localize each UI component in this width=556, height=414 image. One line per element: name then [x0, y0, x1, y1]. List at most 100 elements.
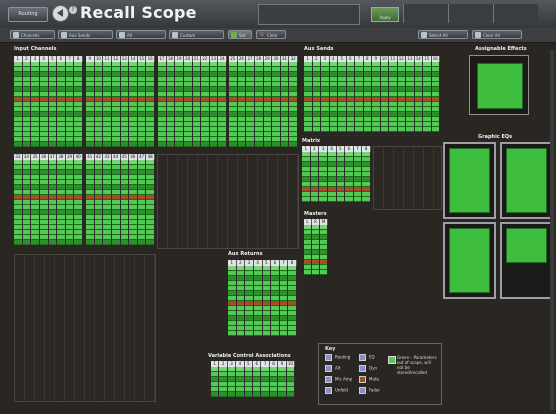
scope-cell[interactable] [321, 127, 329, 132]
channel-strip[interactable] [14, 160, 23, 245]
scope-cell[interactable] [280, 142, 289, 147]
channel-strip[interactable] [228, 266, 237, 336]
channel-strip[interactable] [345, 152, 354, 202]
channel-strip[interactable] [312, 62, 321, 132]
scope-cell[interactable] [289, 142, 297, 147]
channel-strip[interactable] [103, 62, 112, 147]
channel-strip[interactable] [320, 225, 328, 275]
channel-strip[interactable] [272, 62, 281, 147]
scope-cell[interactable] [406, 127, 414, 132]
channel-strip[interactable] [103, 160, 112, 245]
channel-strip[interactable] [245, 266, 254, 336]
back-icon[interactable] [52, 5, 69, 22]
channel-strip[interactable] [304, 62, 313, 132]
scope-cell[interactable] [362, 197, 370, 202]
channel-strip[interactable] [166, 62, 176, 147]
toolbar-button-all[interactable]: All [116, 30, 166, 39]
scope-cell[interactable] [397, 127, 405, 132]
scope-cell[interactable] [254, 142, 263, 147]
scope-cell[interactable] [286, 392, 295, 397]
scope-cell[interactable] [86, 142, 94, 147]
scope-cell[interactable] [372, 127, 380, 132]
channel-strip[interactable] [254, 62, 264, 147]
channel-strip[interactable] [278, 367, 287, 397]
scope-cell[interactable] [57, 240, 65, 245]
graphic-eq-3[interactable] [443, 222, 496, 299]
scope-cell[interactable] [346, 127, 354, 132]
scope-cell[interactable] [244, 392, 253, 397]
channel-strip[interactable] [120, 160, 130, 245]
channel-strip[interactable] [269, 367, 279, 397]
channel-strip[interactable] [74, 62, 83, 147]
scope-cell[interactable] [65, 240, 74, 245]
channel-strip[interactable] [94, 62, 104, 147]
scope-cell[interactable] [431, 127, 439, 132]
scope-cell[interactable] [103, 142, 111, 147]
channel-strip[interactable] [57, 160, 66, 245]
scope-cell[interactable] [353, 197, 362, 202]
channel-strip[interactable] [236, 367, 245, 397]
channel-strip[interactable] [262, 266, 272, 336]
channel-strip[interactable] [146, 160, 155, 245]
scope-cell[interactable] [31, 142, 39, 147]
channel-strip[interactable] [158, 62, 167, 147]
scope-cell[interactable] [329, 127, 337, 132]
scope-cell[interactable] [319, 197, 327, 202]
channel-strip[interactable] [86, 160, 95, 245]
scope-cell[interactable] [166, 142, 175, 147]
scope-cell[interactable] [338, 127, 346, 132]
channel-strip[interactable] [310, 152, 320, 202]
scope-cell[interactable] [327, 197, 336, 202]
scope-cell[interactable] [120, 142, 129, 147]
scope-cell[interactable] [183, 142, 192, 147]
channel-strip[interactable] [111, 160, 121, 245]
scope-cell[interactable] [236, 392, 244, 397]
channel-strip[interactable] [219, 367, 228, 397]
scope-cell[interactable] [304, 127, 312, 132]
scope-cell[interactable] [423, 127, 431, 132]
channel-strip[interactable] [321, 62, 330, 132]
channel-strip[interactable] [312, 225, 320, 275]
channel-strip[interactable] [329, 62, 338, 132]
scope-cell[interactable] [39, 142, 48, 147]
scope-cell[interactable] [137, 240, 146, 245]
scope-cell[interactable] [271, 331, 279, 336]
channel-strip[interactable] [175, 62, 184, 147]
channel-strip[interactable] [346, 62, 355, 132]
scope-cell[interactable] [389, 127, 397, 132]
channel-strip[interactable] [372, 62, 381, 132]
channel-strip[interactable] [280, 62, 290, 147]
scope-cell[interactable] [312, 127, 320, 132]
scope-cell[interactable] [288, 331, 296, 336]
channel-strip[interactable] [406, 62, 415, 132]
channel-strip[interactable] [431, 62, 440, 132]
toolbar-button-select-all[interactable]: Select All [418, 30, 468, 39]
scope-cell[interactable] [219, 392, 227, 397]
scope-cell[interactable] [227, 392, 236, 397]
channel-strip[interactable] [353, 152, 363, 202]
channel-strip[interactable] [363, 62, 372, 132]
scope-cell[interactable] [272, 142, 280, 147]
scope-cell[interactable] [320, 270, 327, 275]
scope-cell[interactable] [263, 142, 272, 147]
scope-cell[interactable] [146, 142, 154, 147]
channel-strip[interactable] [362, 152, 371, 202]
channel-strip[interactable] [302, 152, 311, 202]
scope-cell[interactable] [14, 142, 22, 147]
scope-cell[interactable] [137, 142, 146, 147]
channel-strip[interactable] [389, 62, 398, 132]
toolbar-button-aux-sends[interactable]: Aux Sends [58, 30, 113, 39]
scope-cell[interactable] [175, 142, 183, 147]
channel-strip[interactable] [48, 62, 58, 147]
toolbar-button-set[interactable]: Set [228, 30, 252, 39]
channel-strip[interactable] [288, 266, 297, 336]
channel-strip[interactable] [227, 367, 237, 397]
graphic-eq-2[interactable] [500, 142, 553, 219]
scope-cell[interactable] [237, 142, 246, 147]
scope-cell[interactable] [22, 142, 31, 147]
scope-cell[interactable] [253, 331, 262, 336]
scope-cell[interactable] [310, 197, 319, 202]
scope-cell[interactable] [414, 127, 422, 132]
scrollbar[interactable] [550, 50, 554, 410]
channel-strip[interactable] [22, 160, 32, 245]
